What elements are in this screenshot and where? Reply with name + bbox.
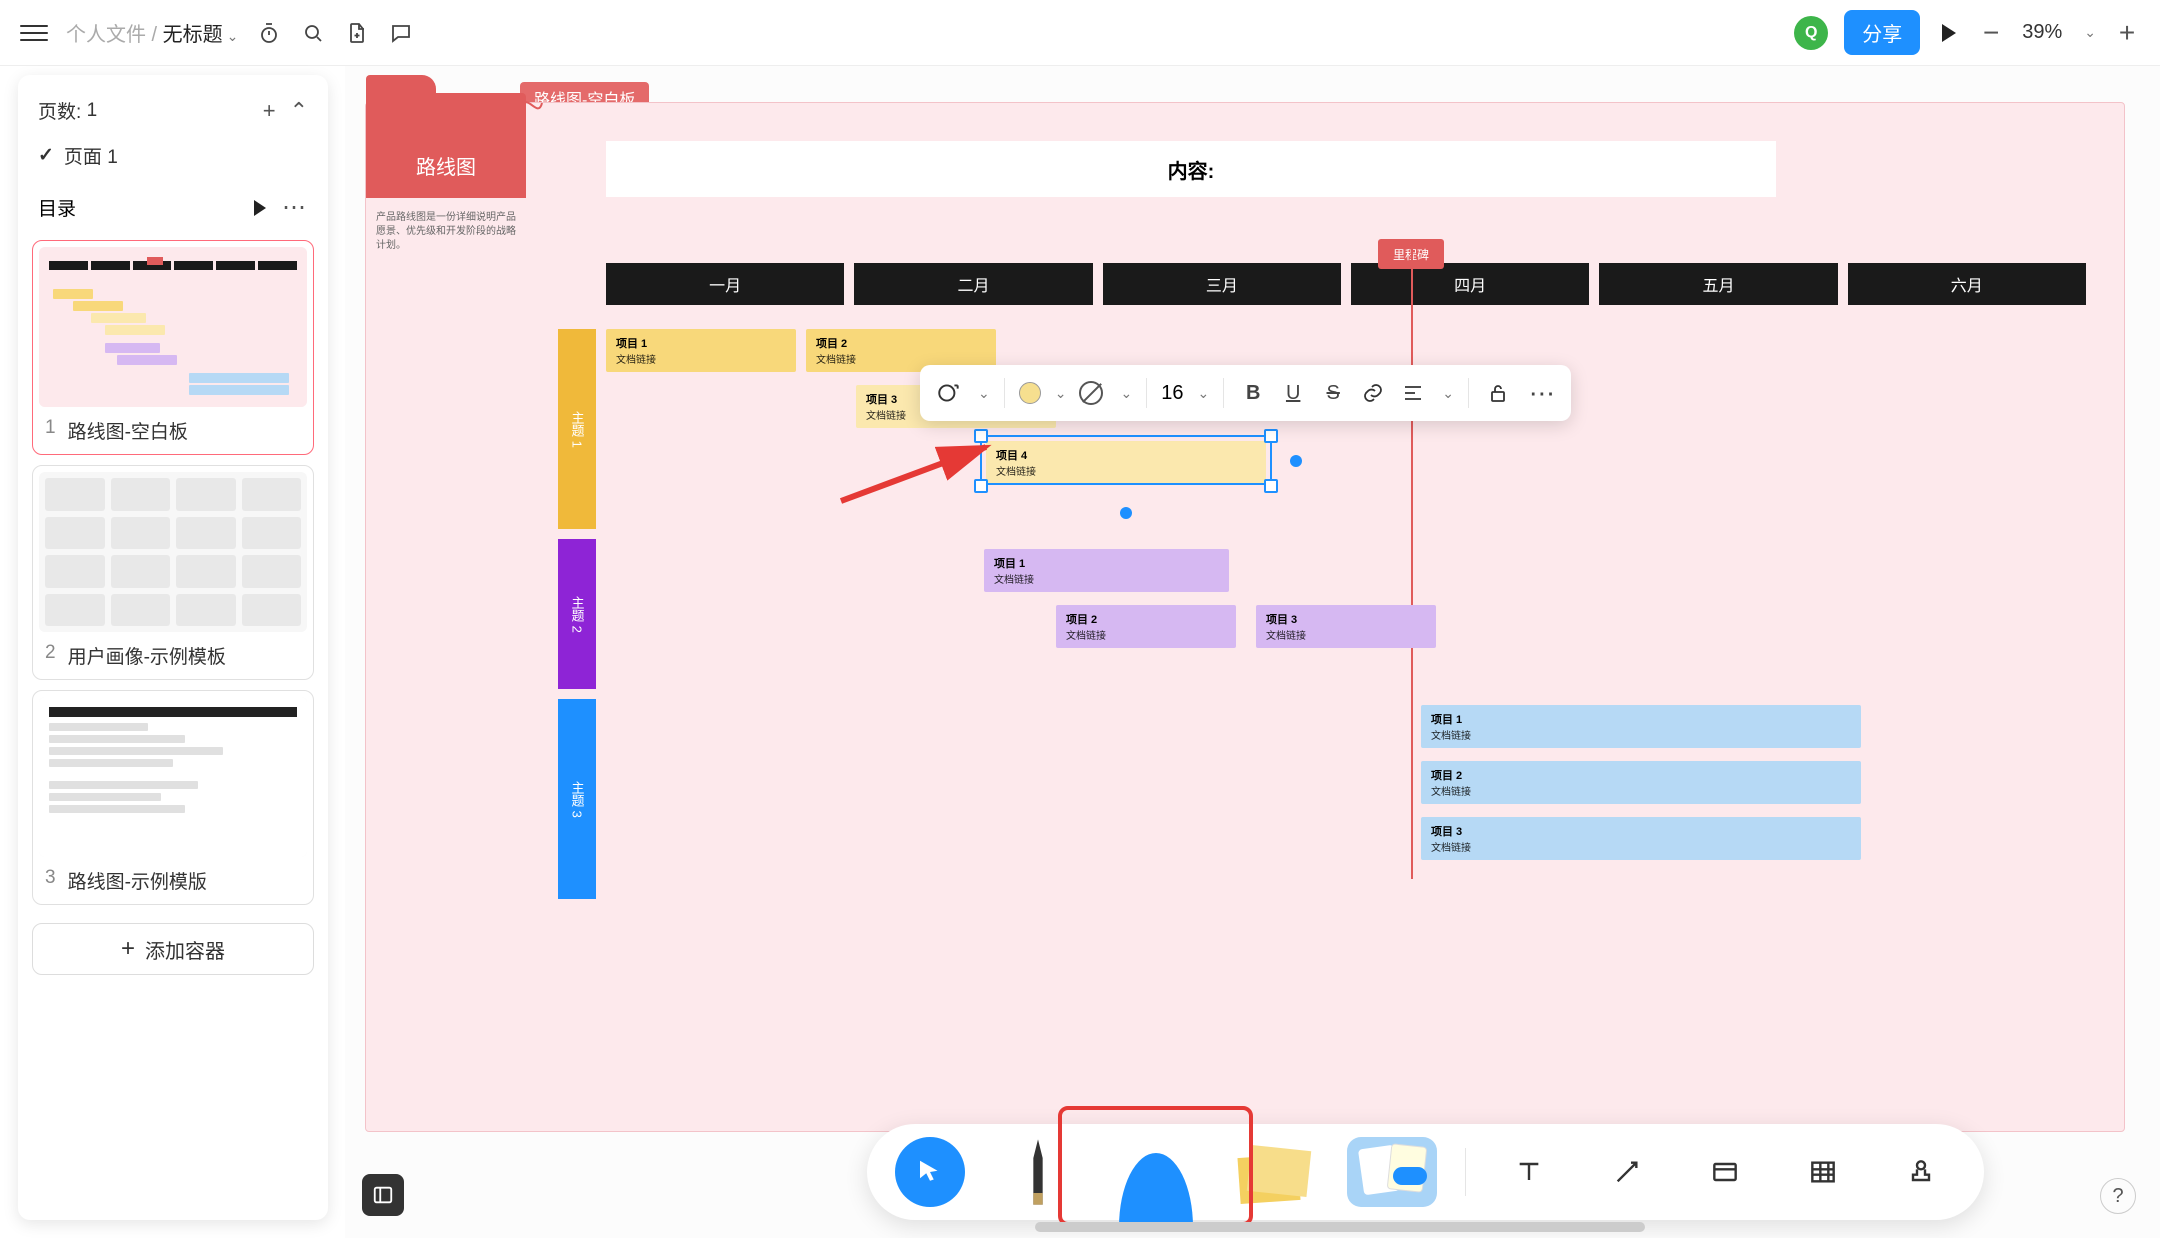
shape-tool[interactable]	[1111, 1137, 1201, 1207]
pen-tool[interactable]	[993, 1137, 1083, 1207]
link-icon[interactable]	[1358, 378, 1388, 408]
month: 一月	[606, 263, 844, 305]
thumbnail-2[interactable]: 2用户画像-示例模板	[32, 465, 314, 680]
fill-color-swatch[interactable]	[1019, 382, 1041, 404]
underline-icon[interactable]: U	[1278, 378, 1308, 408]
more-icon[interactable]: ⋯	[1527, 378, 1557, 408]
resize-handle[interactable]	[1264, 479, 1278, 493]
chevron-down-icon[interactable]: ⌄	[1442, 385, 1454, 402]
task-bar[interactable]: 项目 2文档链接	[1056, 605, 1236, 648]
table-tool[interactable]	[1788, 1137, 1858, 1207]
pages-header: 页数: 1 + ⌃	[32, 89, 314, 132]
task-bar[interactable]: 项目 1文档链接	[1421, 705, 1861, 748]
zoom-out-button[interactable]: −	[1978, 20, 2004, 46]
text-tool[interactable]	[1494, 1137, 1564, 1207]
chevron-down-icon[interactable]: ⌄	[2084, 24, 2096, 41]
bottom-toolbar	[867, 1124, 1984, 1220]
breadcrumb-title[interactable]: 无标题	[163, 24, 223, 46]
font-size[interactable]: 16	[1161, 382, 1183, 405]
content-header[interactable]: 内容:	[606, 141, 1776, 197]
bottom-toolbar-wrap	[690, 1124, 2160, 1220]
task-bar[interactable]: 项目 2文档链接	[1421, 761, 1861, 804]
lock-icon[interactable]	[1483, 378, 1513, 408]
comment-icon[interactable]	[388, 20, 414, 46]
folder-tab: 路线图	[366, 93, 526, 198]
task-bar[interactable]: 项目 1文档链接	[606, 329, 796, 372]
breadcrumb[interactable]: 个人文件 / 无标题⌄	[66, 18, 238, 47]
sticky-note-tool[interactable]	[1229, 1137, 1319, 1207]
description: 产品路线图是一份详细说明产品愿景、优先级和开发阶段的战略计划。	[376, 211, 516, 253]
task-bar[interactable]: 项目 3文档链接	[1256, 605, 1436, 648]
timer-icon[interactable]	[256, 20, 282, 46]
bold-icon[interactable]: B	[1238, 378, 1268, 408]
check-icon	[38, 144, 54, 167]
connector-tool[interactable]	[1592, 1137, 1662, 1207]
month: 二月	[854, 263, 1092, 305]
templates-tool[interactable]	[1347, 1137, 1437, 1207]
add-page-button[interactable]: +	[263, 98, 276, 124]
board[interactable]: 路线图 产品路线图是一份详细说明产品愿景、优先级和开发阶段的战略计划。 内容: …	[365, 102, 2125, 1132]
shape-style-icon[interactable]	[934, 378, 964, 408]
text-toolbar: ⌄ ⌄ ⌄ 16 ⌄ B U S ⌄ ⋯	[920, 365, 1571, 421]
collapse-icon[interactable]: ⌃	[290, 98, 308, 124]
canvas[interactable]: 路线图-空白板 路线图 产品路线图是一份详细说明产品愿景、优先级和开发阶段的战略…	[345, 66, 2160, 1238]
h-scrollbar[interactable]	[1035, 1222, 1645, 1232]
chevron-down-icon[interactable]: ⌄	[1197, 385, 1209, 402]
annotation-arrow	[836, 439, 996, 509]
roadmap-grid: 里程碑 一月 二月 三月 四月 五月 六月 主题 1 主题 2 主题 3 项目 …	[606, 263, 2086, 329]
page-item[interactable]: 页面 1	[32, 132, 314, 179]
frame-tool[interactable]	[1690, 1137, 1760, 1207]
chevron-down-icon[interactable]: ⌄	[1055, 385, 1067, 402]
thumbnail-1[interactable]: 1路线图-空白板	[32, 240, 314, 455]
new-file-icon[interactable]	[344, 20, 370, 46]
mid-handle[interactable]	[1120, 507, 1132, 519]
month: 四月	[1351, 263, 1589, 305]
chevron-down-icon[interactable]: ⌄	[978, 385, 990, 402]
share-button[interactable]: 分享	[1844, 10, 1920, 55]
lane-label-3[interactable]: 主题 3	[558, 699, 596, 899]
pages-panel: 页数: 1 + ⌃ 页面 1 目录 ⋯ 1路线图-空白板 2用户画像-示例模板 …	[18, 75, 328, 1220]
zoom-in-button[interactable]: +	[2114, 20, 2140, 46]
selection-box[interactable]	[980, 435, 1272, 485]
month: 六月	[1848, 263, 2086, 305]
toc-header: 目录 ⋯	[32, 179, 314, 230]
add-container-button[interactable]: +添加容器	[32, 923, 314, 975]
lane-label-1[interactable]: 主题 1	[558, 329, 596, 529]
align-icon[interactable]	[1398, 378, 1428, 408]
more-icon[interactable]: ⋯	[282, 193, 308, 222]
select-tool[interactable]	[895, 1137, 965, 1207]
menu-icon[interactable]	[20, 19, 48, 47]
now-line	[1411, 239, 1413, 879]
strike-icon[interactable]: S	[1318, 378, 1348, 408]
lane-label-2[interactable]: 主题 2	[558, 539, 596, 689]
panel-toggle-button[interactable]	[362, 1174, 404, 1216]
stamp-tool[interactable]	[1886, 1137, 1956, 1207]
avatar[interactable]: Q	[1794, 16, 1828, 50]
present-icon[interactable]	[1936, 20, 1962, 46]
task-bar[interactable]: 项目 3文档链接	[1421, 817, 1861, 860]
no-border-icon[interactable]	[1076, 378, 1106, 408]
thumbnail-3[interactable]: 3路线图-示例模版	[32, 690, 314, 905]
month: 五月	[1599, 263, 1837, 305]
help-button[interactable]: ?	[2100, 1178, 2136, 1214]
month-header: 一月 二月 三月 四月 五月 六月	[606, 263, 2086, 305]
mid-handle[interactable]	[1290, 455, 1302, 467]
divider	[1465, 1148, 1466, 1196]
chevron-down-icon[interactable]: ⌄	[1120, 385, 1132, 402]
topbar: 个人文件 / 无标题⌄ Q 分享 − 39% ⌄ +	[0, 0, 2160, 66]
play-icon[interactable]	[254, 200, 266, 216]
chevron-down-icon[interactable]: ⌄	[227, 28, 239, 44]
resize-handle[interactable]	[1264, 429, 1278, 443]
month: 三月	[1103, 263, 1341, 305]
task-bar[interactable]: 项目 1文档链接	[984, 549, 1229, 592]
search-icon[interactable]	[300, 20, 326, 46]
zoom-value[interactable]: 39%	[2022, 21, 2062, 44]
breadcrumb-root: 个人文件	[66, 24, 146, 46]
zoom-control: − 39% ⌄ +	[1978, 20, 2140, 46]
